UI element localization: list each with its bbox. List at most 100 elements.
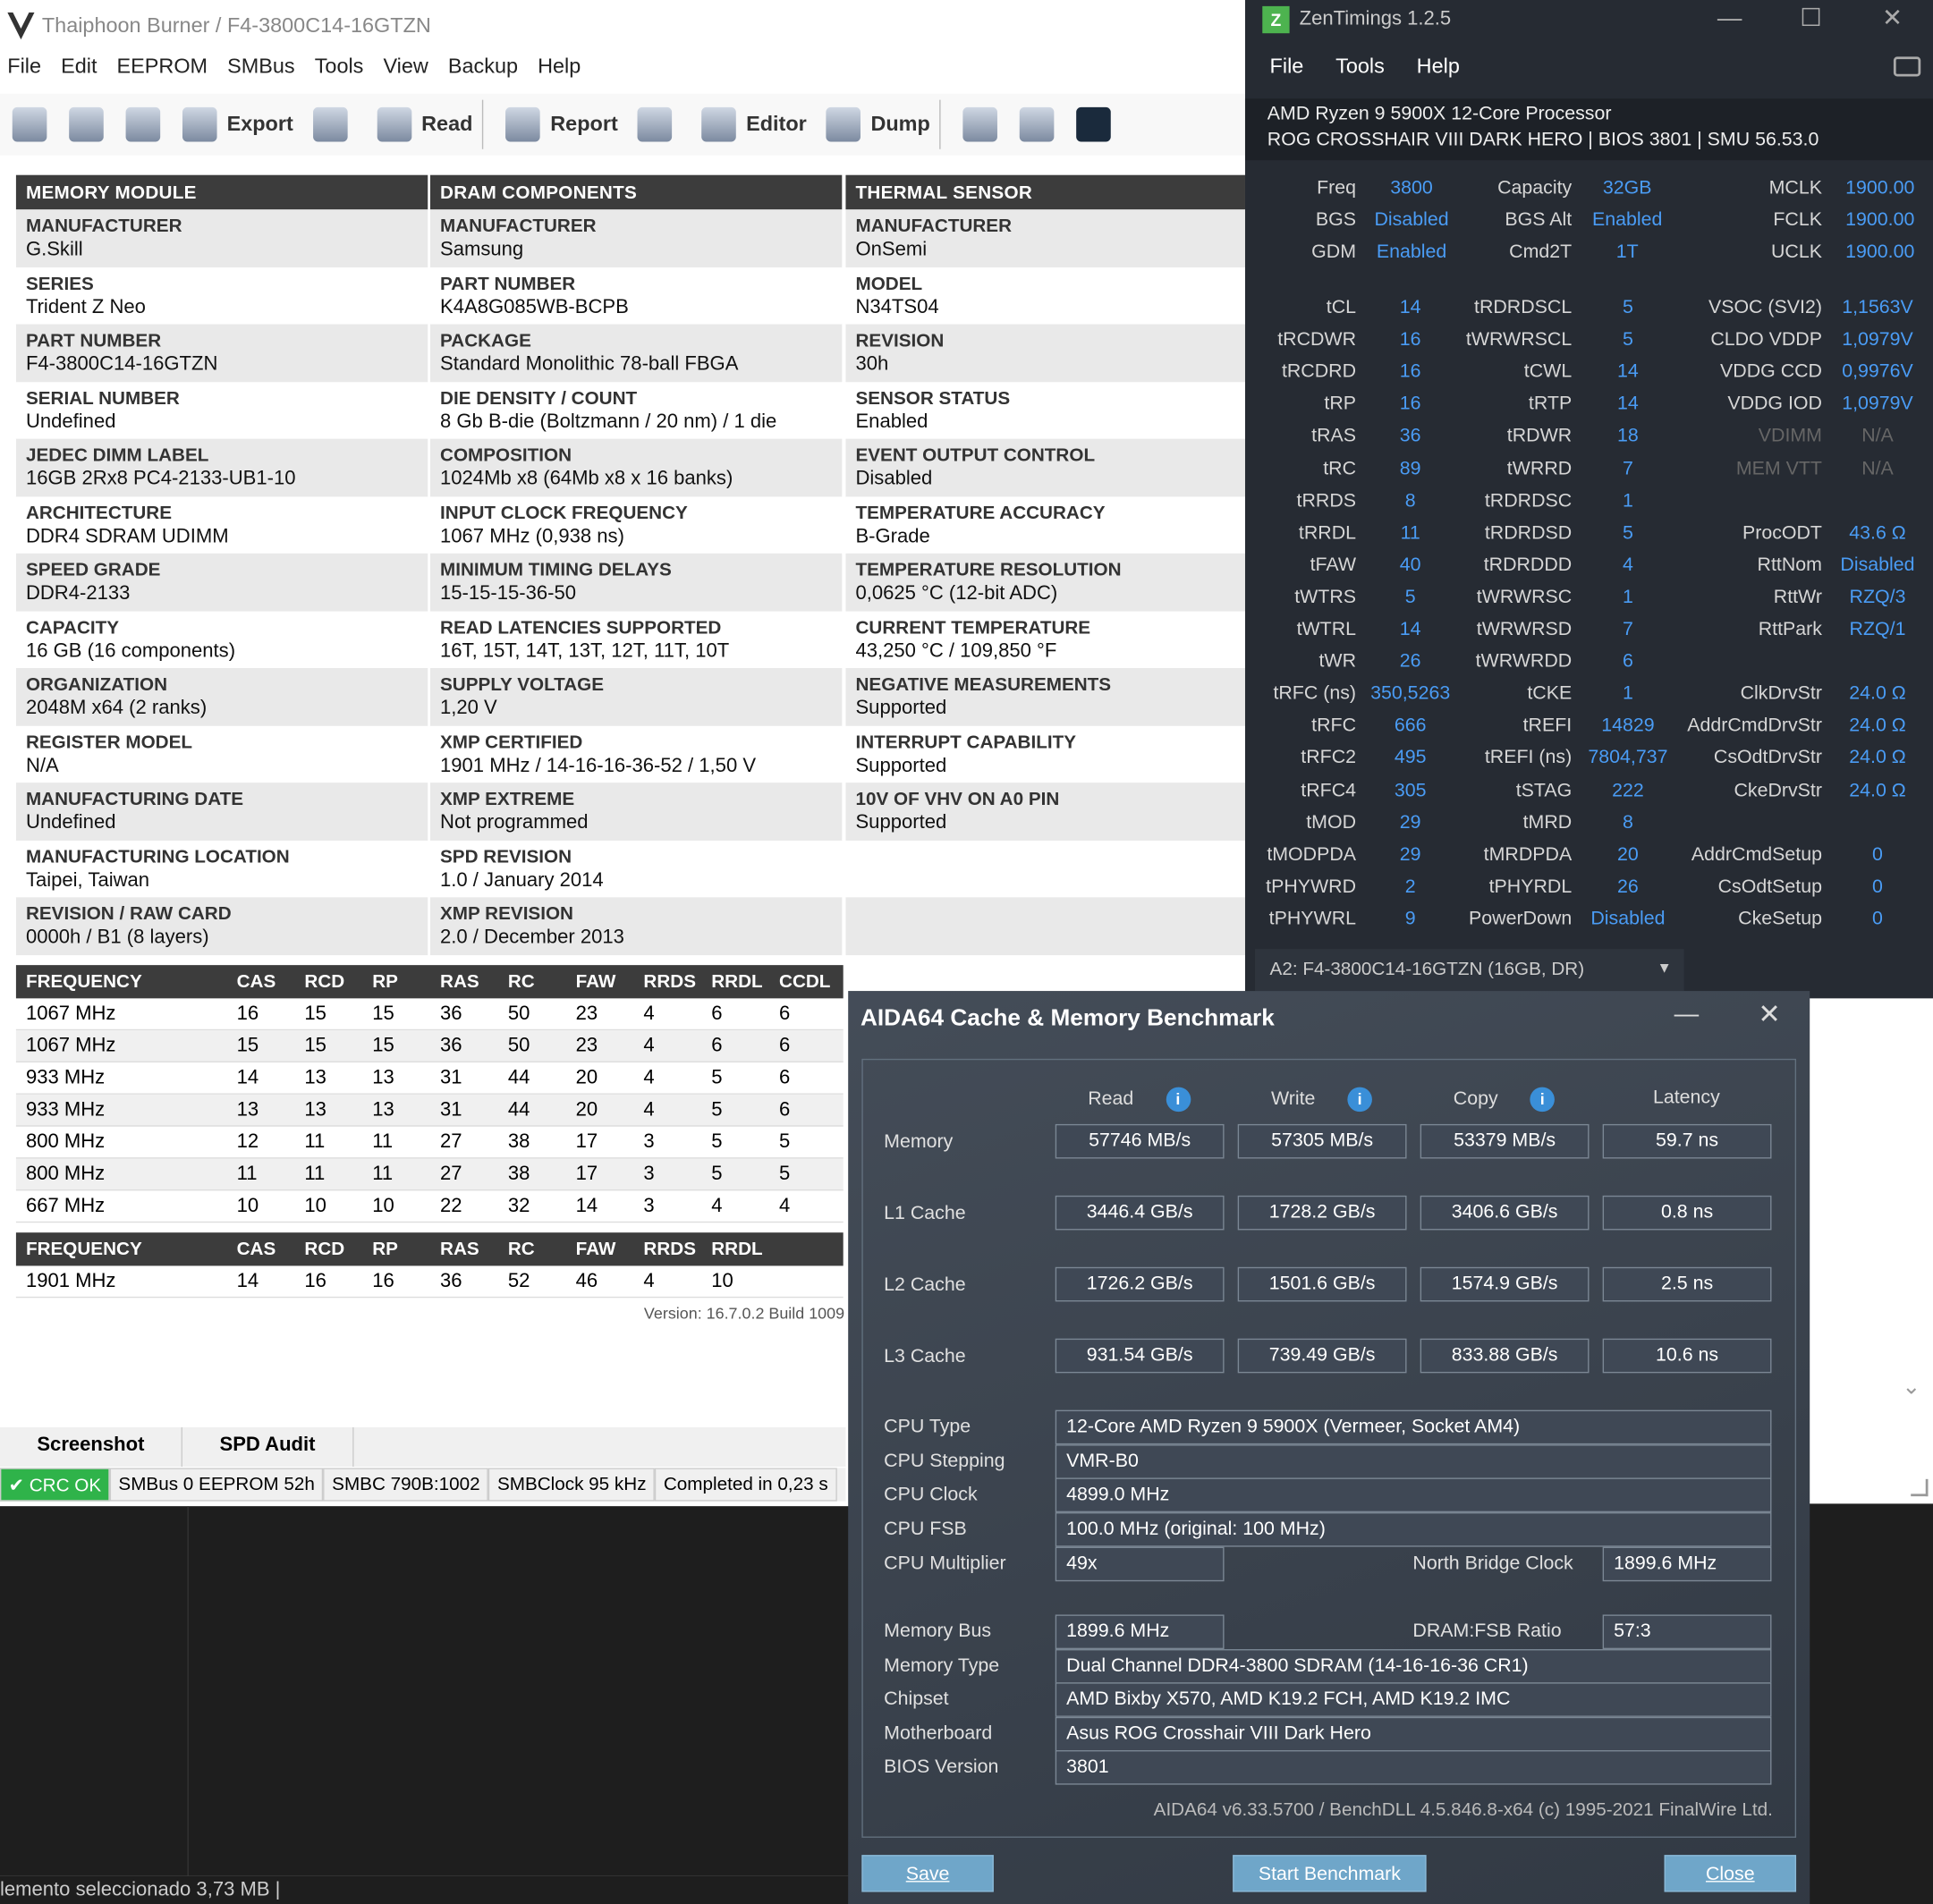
menu-item[interactable]: Backup	[441, 55, 526, 87]
title-bar: Thaiphoon Burner / F4-3800C14-16GTZN	[0, 0, 1245, 52]
zt-menu-item[interactable]: File	[1270, 55, 1304, 80]
spd-row: PACKAGE Standard Monolithic 78-ball FBGA	[429, 324, 843, 382]
table-cell: 15	[372, 1003, 394, 1024]
menu-item[interactable]: SMBus	[220, 55, 302, 87]
spd-value: 16 GB (16 components)	[25, 639, 236, 662]
menu-item[interactable]: Help	[530, 55, 589, 87]
editor-button[interactable]: Editor	[701, 106, 807, 142]
column-header: Write i	[1238, 1087, 1405, 1113]
save-button[interactable]	[125, 106, 171, 142]
zt-menu-item[interactable]: Help	[1417, 55, 1460, 80]
table-cell: 5	[711, 1163, 723, 1184]
timing-label: BGS	[1315, 209, 1357, 231]
zt-menu-item[interactable]: Tools	[1335, 55, 1385, 80]
table-cell: 4	[643, 1034, 655, 1056]
start-benchmark-button[interactable]: Start Benchmark	[1233, 1855, 1427, 1892]
minimize-icon[interactable]: —	[1674, 1001, 1700, 1029]
open-button[interactable]	[69, 106, 114, 142]
menu-item[interactable]: File	[0, 55, 48, 87]
table-cell: 933 MHz	[25, 1098, 106, 1121]
chevron-down-icon[interactable]: ⌄	[1902, 1375, 1920, 1400]
report-button[interactable]: Report	[505, 106, 618, 142]
spd-row: EVENT OUTPUT CONTROL Disabled	[845, 438, 1245, 496]
resize-grip-icon[interactable]	[1911, 1478, 1929, 1497]
info-icon[interactable]: i	[1347, 1087, 1372, 1113]
frequency-table: FREQUENCY CAS RCD RP RAS RC FAW RRDS RRDL CCDL 106…	[15, 965, 844, 1223]
spd-value: K4A8G085WB-BCPB	[440, 296, 629, 317]
dump-button[interactable]: Dump	[826, 106, 930, 142]
info-icon[interactable]: i	[1530, 1087, 1556, 1113]
timing-label: AddrCmdDrvStr	[1687, 715, 1822, 737]
spd-label: READ LATENCIES SUPPORTED	[440, 616, 722, 639]
timing-label: tRDRDSC	[1484, 489, 1573, 512]
dimm-select[interactable]: A2: F4-3800C14-16GTZN (16GB, DR) ▼	[1255, 949, 1684, 992]
spd-row: SUPPLY VOLTAGE 1,20 V	[429, 667, 843, 726]
table-cell: 50	[507, 1034, 530, 1056]
table-cell: 38	[507, 1130, 530, 1152]
menu-item[interactable]: Tools	[307, 55, 370, 87]
spd-row: ORGANIZATION 2048M x64 (2 ranks)	[15, 667, 428, 726]
timing-label: AddrCmdSetup	[1691, 843, 1822, 866]
screenshot-camera-icon[interactable]	[1893, 56, 1921, 77]
result-value: 833.88 GB/s	[1420, 1338, 1590, 1374]
spd-label: XMP EXTREME	[440, 789, 575, 810]
copy-button[interactable]	[1020, 106, 1064, 142]
toolbar: Export Read Report Editor Dump	[0, 93, 1245, 156]
document-icon	[701, 106, 737, 142]
spd-row: XMP REVISION 2.0 / December 2013	[429, 897, 843, 955]
lock-button[interactable]	[312, 106, 358, 142]
menu-item[interactable]: View	[376, 55, 436, 87]
export-button[interactable]: Export	[182, 106, 293, 142]
table-cell: 16	[304, 1270, 326, 1291]
tools-button[interactable]	[637, 106, 682, 142]
table-cell: 14	[236, 1066, 259, 1088]
info-value: 57:3	[1602, 1614, 1772, 1650]
table-cell: 15	[236, 1034, 259, 1056]
menu-item[interactable]: Edit	[54, 55, 105, 87]
spd-value: F4-3800C14-16GTZN	[25, 353, 218, 375]
spd-row: REVISION / RAW CARD 0000h / B1 (8 layers)	[15, 897, 428, 955]
table-cell: 6	[779, 1098, 791, 1121]
spd-row	[845, 840, 1245, 897]
close-icon[interactable]: ✕	[1758, 998, 1780, 1030]
dimm-select-value: A2: F4-3800C14-16GTZN (16GB, DR)	[1269, 959, 1585, 980]
read-button[interactable]: Read	[377, 106, 472, 142]
table-cell: 6	[779, 1066, 791, 1088]
spd-label: PART NUMBER	[25, 330, 162, 351]
save-button[interactable]: Save	[861, 1855, 994, 1892]
settings-button[interactable]	[12, 106, 57, 142]
close-icon[interactable]: ✕	[1852, 0, 1933, 37]
spd-label: NEGATIVE MEASUREMENTS	[855, 673, 1112, 696]
spd-label: INPUT CLOCK FREQUENCY	[440, 502, 688, 524]
spd-label: JEDEC DIMM LABEL	[25, 444, 209, 466]
menu-bar: File Edit EEPROM SMBus Tools View Backup Help	[0, 55, 593, 87]
table-cell: 23	[575, 1003, 598, 1024]
timing-label: tRCDRD	[1281, 361, 1357, 383]
tab-item[interactable]: SPD Audit	[182, 1426, 354, 1468]
window-title: Thaiphoon Burner / F4-3800C14-16GTZN	[41, 13, 431, 38]
timing-value: 24.0 Ω	[1849, 779, 1906, 801]
minimize-icon[interactable]: —	[1689, 0, 1770, 37]
info-label: CPU Stepping	[884, 1451, 1005, 1472]
panel-header: DRAM COMPONENTS	[429, 174, 843, 210]
table-cell: 46	[575, 1270, 598, 1291]
close-button[interactable]: Close	[1664, 1855, 1797, 1892]
table-cell: 27	[440, 1163, 462, 1184]
version-label: Version: 16.7.0.2 Build 1009	[643, 1304, 845, 1323]
info-value: 3801	[1055, 1750, 1772, 1785]
menu-item[interactable]: EEPROM	[109, 55, 215, 87]
table-cell: 1901 MHz	[25, 1270, 116, 1291]
table-cell: 10	[372, 1195, 394, 1216]
camera-button[interactable]	[963, 106, 1008, 142]
monitor-button[interactable]	[1076, 106, 1122, 142]
timing-label: PowerDown	[1469, 908, 1573, 930]
maximize-icon[interactable]: ☐	[1770, 0, 1852, 37]
status-bar: ✔ CRC OK SMBus 0 EEPROM 52h SMBC 790B:1002…	[0, 1468, 846, 1502]
timing-label: tREFI	[1522, 715, 1573, 737]
tab-item[interactable]: Screenshot	[0, 1426, 183, 1468]
column-header: CCDL	[779, 971, 831, 993]
table-cell: 23	[575, 1034, 598, 1056]
info-icon[interactable]: i	[1166, 1087, 1191, 1113]
table-cell: 6	[779, 1003, 791, 1024]
spd-value: B-Grade	[855, 525, 930, 547]
